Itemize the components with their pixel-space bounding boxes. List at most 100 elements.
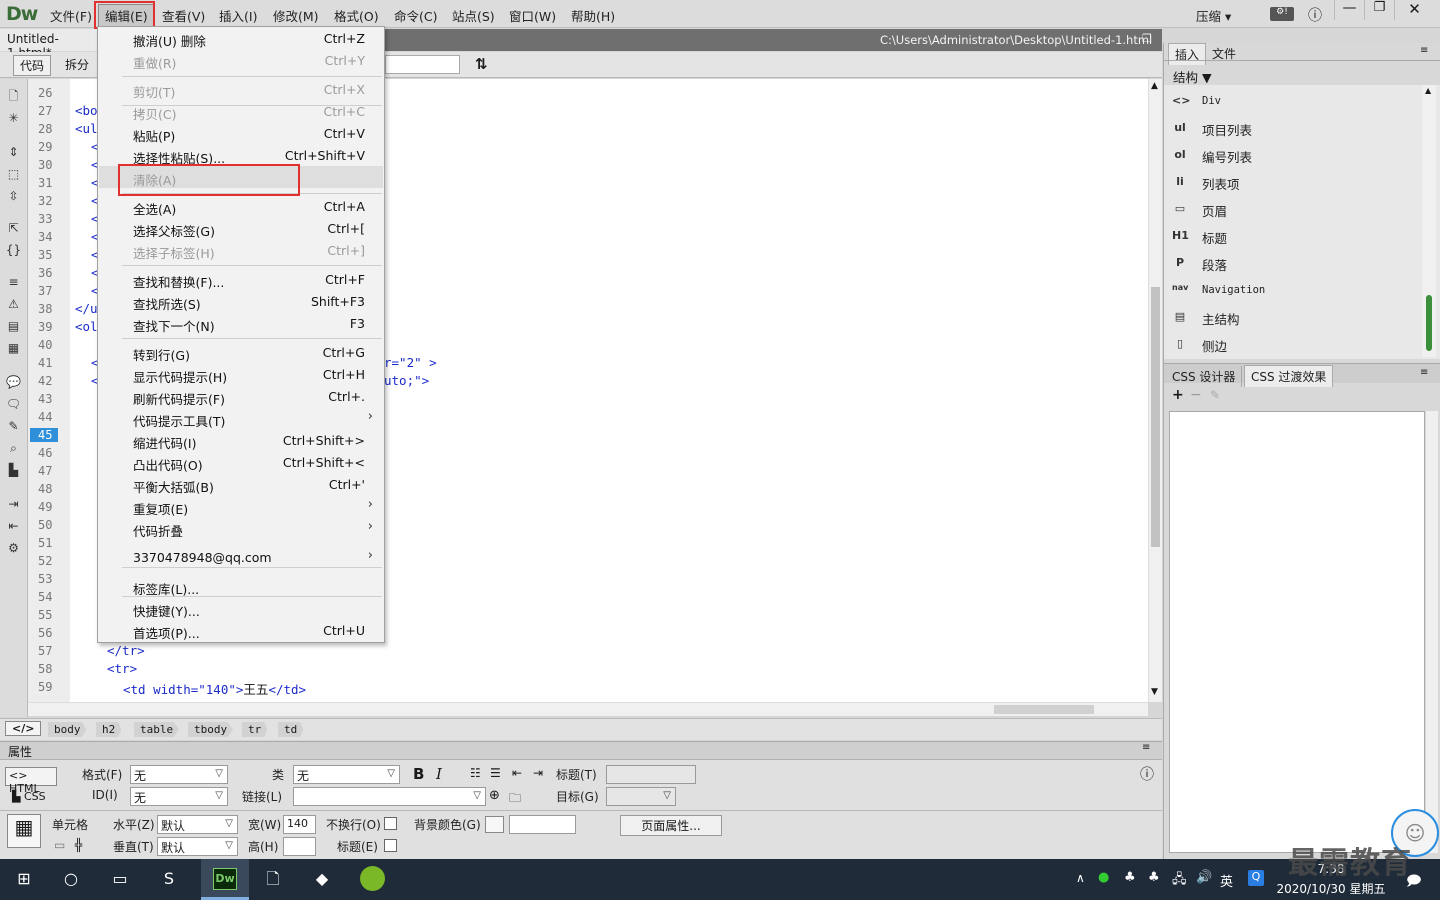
- expand-all-icon[interactable]: ⇳: [5, 189, 22, 204]
- menu-site[interactable]: 站点(S): [452, 6, 495, 25]
- edit-menu-item[interactable]: 显示代码提示(H) Ctrl+H: [99, 363, 383, 385]
- taskbar-dreamweaver[interactable]: Dw: [201, 859, 249, 900]
- search-icon[interactable]: ○: [59, 867, 83, 891]
- css-panel-menu-icon[interactable]: ≡: [1420, 367, 1428, 378]
- insert-item[interactable]: ▤ 主结构: [1172, 307, 1422, 329]
- qq-icon[interactable]: ♣: [1124, 870, 1136, 885]
- edit-transition-icon[interactable]: ✎: [1210, 388, 1220, 402]
- compress-dropdown[interactable]: 压缩 ▾: [1196, 6, 1231, 25]
- remove-comment-icon[interactable]: 🗨: [5, 397, 22, 412]
- format-select[interactable]: 无 ▽: [130, 765, 228, 784]
- edit-menu-item[interactable]: 转到行(G) Ctrl+G: [99, 341, 383, 363]
- move-css-icon[interactable]: ▙: [5, 463, 22, 478]
- browse-folder-icon[interactable]: 🗀: [509, 789, 521, 810]
- sync-settings-icon[interactable]: ⚙!: [1270, 7, 1294, 21]
- open-documents-icon[interactable]: 🗋: [5, 89, 22, 104]
- wechat-icon[interactable]: ●: [1098, 870, 1109, 885]
- select-parent-tag-icon[interactable]: ⇱: [5, 221, 22, 236]
- edit-menu-item[interactable]: 缩进代码(I) Ctrl+Shift+>: [99, 429, 383, 451]
- menu-view[interactable]: 查看(V): [162, 6, 205, 25]
- file-icon[interactable]: 🗋: [261, 867, 285, 891]
- bg-color-swatch[interactable]: [485, 816, 504, 833]
- edit-menu-item[interactable]: 粘贴(P) Ctrl+V: [99, 122, 383, 144]
- insert-scroll-thumb[interactable]: [1426, 295, 1432, 351]
- edit-menu-item[interactable]: 剪切(T) Ctrl+X: [99, 78, 383, 100]
- panel-menu-icon[interactable]: ≡: [1142, 742, 1150, 753]
- insert-item[interactable]: ▯ 侧边: [1172, 334, 1422, 356]
- edit-menu-item[interactable]: 快捷键(Y)...: [99, 597, 383, 619]
- edit-menu-item[interactable]: 凸出代码(O) Ctrl+Shift+<: [99, 451, 383, 473]
- merge-cells-icon[interactable]: ▭: [54, 838, 65, 852]
- insert-item[interactable]: ul 项目列表: [1172, 118, 1422, 140]
- insert-item[interactable]: ▭ 页眉: [1172, 199, 1422, 221]
- split-view-button[interactable]: 拆分: [59, 55, 95, 74]
- bg-color-input[interactable]: [509, 815, 576, 834]
- windows-start-icon[interactable]: ⊞: [12, 867, 36, 891]
- edit-menu-item[interactable]: 重做(R) Ctrl+Y: [99, 49, 383, 71]
- syntax-coloring-icon[interactable]: ▤: [5, 319, 22, 334]
- recent-snippets-icon[interactable]: ⌕: [5, 441, 22, 456]
- menu-modify[interactable]: 修改(M): [273, 6, 319, 25]
- indent-icon[interactable]: ⇥: [533, 766, 543, 780]
- app-s-icon[interactable]: S: [157, 867, 181, 891]
- menu-help[interactable]: 帮助(H): [571, 6, 615, 25]
- css-panel-scrollbar[interactable]: [1426, 411, 1438, 853]
- bold-button[interactable]: B: [413, 765, 424, 783]
- show-code-navigator-icon[interactable]: ✳: [5, 111, 22, 126]
- tab-insert[interactable]: 插入: [1168, 43, 1207, 65]
- close-button[interactable]: ✕: [1394, 0, 1434, 20]
- document-tab[interactable]: Untitled-1.html*: [0, 29, 100, 60]
- edit-menu-item[interactable]: 选择父标签(G) Ctrl+[: [99, 217, 383, 239]
- outdent-icon[interactable]: ⇤: [512, 766, 522, 780]
- add-transition-icon[interactable]: +: [1172, 387, 1184, 403]
- help-icon[interactable]: ⓘ: [1140, 764, 1154, 784]
- insert-item[interactable]: P 段落: [1172, 253, 1422, 275]
- transitions-list[interactable]: [1169, 411, 1425, 853]
- tag-tr[interactable]: tr: [242, 722, 268, 737]
- class-select[interactable]: 无 ▽: [293, 765, 400, 784]
- tag-h2[interactable]: h2: [96, 722, 122, 737]
- edit-menu-item[interactable]: 查找下一个(N) F3: [99, 312, 383, 334]
- edit-menu-item[interactable]: 查找和替换(F)... Ctrl+F: [99, 268, 383, 290]
- tag-td[interactable]: td: [278, 722, 304, 737]
- edit-menu-item[interactable]: 选择性粘贴(S)... Ctrl+Shift+V: [99, 144, 383, 166]
- app-q-icon[interactable]: Q: [1248, 870, 1264, 886]
- ordered-list-icon[interactable]: ☰: [490, 766, 501, 780]
- menu-file[interactable]: 文件(F): [50, 6, 92, 25]
- nowrap-checkbox[interactable]: [384, 817, 397, 830]
- editor-horizontal-scrollbar[interactable]: [28, 702, 1148, 716]
- restore-doc-icon[interactable]: ❐: [1142, 32, 1152, 45]
- width-input[interactable]: 140: [283, 815, 316, 834]
- ime-indicator[interactable]: 英: [1220, 871, 1233, 890]
- edit-menu-item[interactable]: 查找所选(S) Shift+F3: [99, 290, 383, 312]
- page-properties-button[interactable]: 页面属性...: [620, 815, 722, 836]
- scroll-down-icon[interactable]: ▼: [1151, 687, 1158, 697]
- format-source-icon[interactable]: ⚙: [5, 541, 22, 556]
- auto-indent-icon[interactable]: ▦: [5, 341, 22, 356]
- scroll-up-icon[interactable]: ▲: [1151, 81, 1158, 91]
- split-cell-icon[interactable]: ╬: [75, 838, 82, 852]
- insert-item[interactable]: li 列表项: [1172, 172, 1422, 194]
- code-view-icon[interactable]: </>: [5, 721, 42, 736]
- insert-item[interactable]: <> Div: [1172, 91, 1422, 113]
- edit-menu-item[interactable]: 刷新代码提示(F) Ctrl+.: [99, 385, 383, 407]
- line-numbers-icon[interactable]: ≡: [5, 275, 22, 290]
- menu-window[interactable]: 窗口(W): [509, 6, 556, 25]
- title-input[interactable]: [606, 765, 696, 784]
- code-view-button[interactable]: 代码: [13, 55, 52, 76]
- task-view-icon[interactable]: ▭: [108, 867, 132, 891]
- insert-category-dropdown[interactable]: 结构 ▼: [1173, 67, 1212, 86]
- vert-select[interactable]: 默认 ▽: [157, 837, 238, 856]
- unordered-list-icon[interactable]: ☷: [470, 766, 481, 780]
- insert-item[interactable]: ol 编号列表: [1172, 145, 1422, 167]
- edit-menu-item[interactable]: 首选项(P)... Ctrl+U: [99, 619, 383, 641]
- editor-vertical-scrollbar[interactable]: ▲ ▼: [1148, 79, 1162, 702]
- restore-button[interactable]: ❐: [1364, 0, 1394, 20]
- menu-commands[interactable]: 命令(C): [394, 6, 437, 25]
- tag-table[interactable]: table: [134, 722, 180, 737]
- app-blue-icon[interactable]: ◆: [310, 867, 334, 891]
- panel-menu-icon[interactable]: ≡: [1420, 45, 1428, 56]
- edit-menu-item[interactable]: 平衡大括弧(B) Ctrl+': [99, 473, 383, 495]
- scroll-up-icon[interactable]: ▲: [1425, 86, 1431, 95]
- insert-item[interactable]: H1 标题: [1172, 226, 1422, 248]
